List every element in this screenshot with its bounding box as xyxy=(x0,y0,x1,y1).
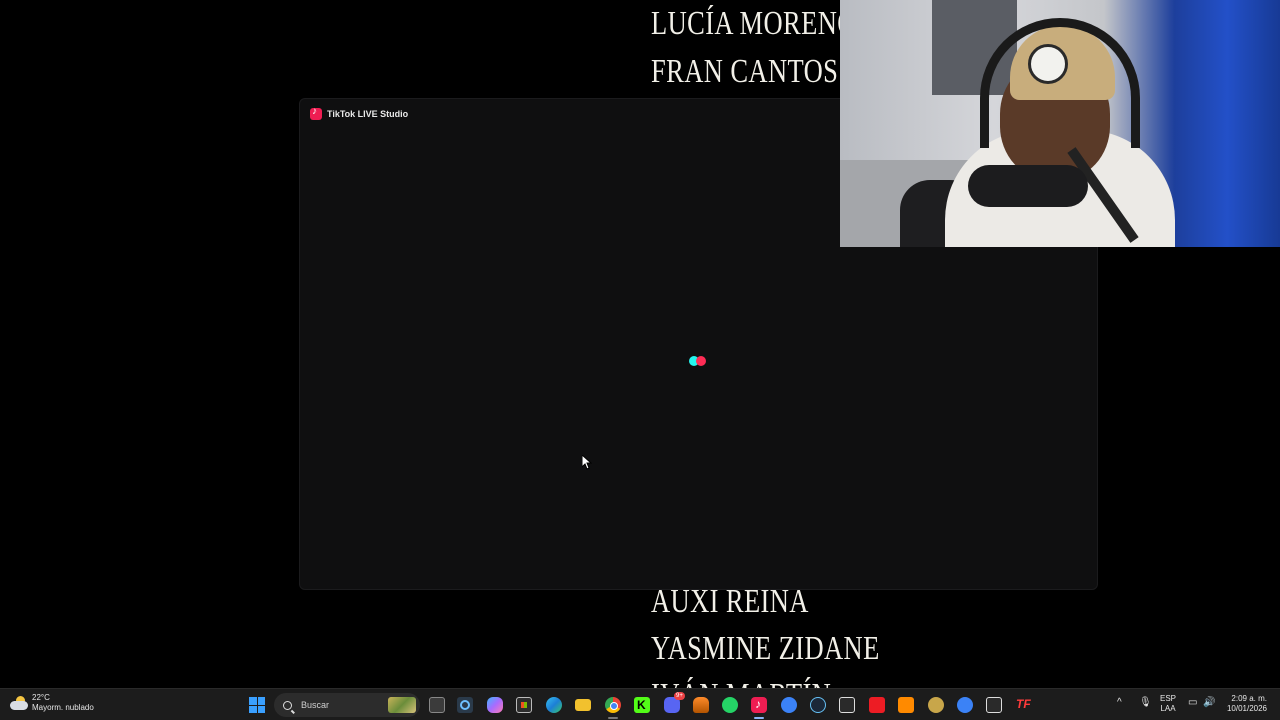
fl-studio-icon[interactable] xyxy=(693,697,709,713)
edge-icon[interactable] xyxy=(546,697,562,713)
file-explorer-icon[interactable] xyxy=(575,699,591,711)
loader-dot-pink xyxy=(696,356,706,366)
clock[interactable]: 2:09 a. m. 10/01/2026 xyxy=(1227,694,1267,714)
launcher-icon[interactable] xyxy=(898,697,914,713)
tiktok-live-studio-icon[interactable]: ♪ xyxy=(751,697,767,713)
webcam-overlay xyxy=(840,0,1280,247)
chrome-active-indicator xyxy=(608,717,618,719)
microsoft-store-icon[interactable] xyxy=(516,697,532,713)
loading-spinner xyxy=(688,355,710,367)
language-indicator[interactable]: ESP LAA xyxy=(1160,694,1176,714)
tf-icon[interactable]: TF xyxy=(1016,697,1032,713)
language-line-1: ESP xyxy=(1160,694,1177,703)
weather-condition: Mayorm. nublado xyxy=(32,703,94,712)
volume-icon[interactable]: 🔊 xyxy=(1203,698,1215,708)
amd-icon[interactable] xyxy=(869,697,885,713)
snipping-tool-icon[interactable] xyxy=(457,697,473,713)
whatsapp-icon[interactable] xyxy=(722,697,738,713)
start-button[interactable] xyxy=(249,697,265,713)
search-icon xyxy=(283,700,292,710)
search-highlight-image xyxy=(388,697,416,713)
app-icon[interactable] xyxy=(781,697,797,713)
epic-games-icon[interactable] xyxy=(839,697,855,713)
window-title: TikTok LIVE Studio xyxy=(327,109,409,119)
credit-line-4: YASMINE ZIDANE xyxy=(651,630,880,667)
steam-icon[interactable] xyxy=(810,697,826,713)
app-icon-2[interactable] xyxy=(957,697,973,713)
copilot-icon[interactable] xyxy=(487,697,503,713)
epic-games-2-icon[interactable] xyxy=(986,697,1002,713)
weather-widget[interactable]: 22°C Mayorm. nublado xyxy=(10,693,94,713)
kick-icon[interactable]: K xyxy=(634,697,650,713)
clock-date: 10/01/2026 xyxy=(1226,704,1267,713)
language-line-2: LAA xyxy=(1160,704,1176,713)
game-icon[interactable] xyxy=(928,697,944,713)
search-box[interactable]: Buscar xyxy=(274,693,420,717)
clock-time: 2:09 a. m. xyxy=(1231,694,1267,703)
credit-line-1: LUCÍA MORENO xyxy=(651,5,857,42)
tiktok-active-indicator xyxy=(754,717,764,719)
credit-line-3: AUXI REINA xyxy=(651,583,809,620)
mouse-cursor-icon xyxy=(581,453,593,475)
window-titlebar[interactable]: TikTok LIVE Studio xyxy=(310,106,409,120)
taskbar: 22°C Mayorm. nublado Buscar K 9+ ♪ TF ^ … xyxy=(0,688,1280,720)
partly-cloudy-icon xyxy=(10,696,28,710)
task-view-icon[interactable] xyxy=(429,697,445,713)
show-hidden-icons-icon[interactable]: ^ xyxy=(1117,698,1122,708)
credit-line-2: FRAN CANTOS xyxy=(651,53,839,90)
microphone-tray-icon[interactable]: 🎙 xyxy=(1139,698,1152,708)
chrome-icon[interactable] xyxy=(605,697,621,713)
weather-temp: 22°C xyxy=(32,693,50,702)
microphone-icon xyxy=(968,165,1088,207)
search-placeholder: Buscar xyxy=(301,700,330,710)
tiktok-logo-icon xyxy=(310,106,322,120)
discord-notification-badge: 9+ xyxy=(674,692,685,700)
network-icon[interactable]: ▭ xyxy=(1188,698,1197,708)
